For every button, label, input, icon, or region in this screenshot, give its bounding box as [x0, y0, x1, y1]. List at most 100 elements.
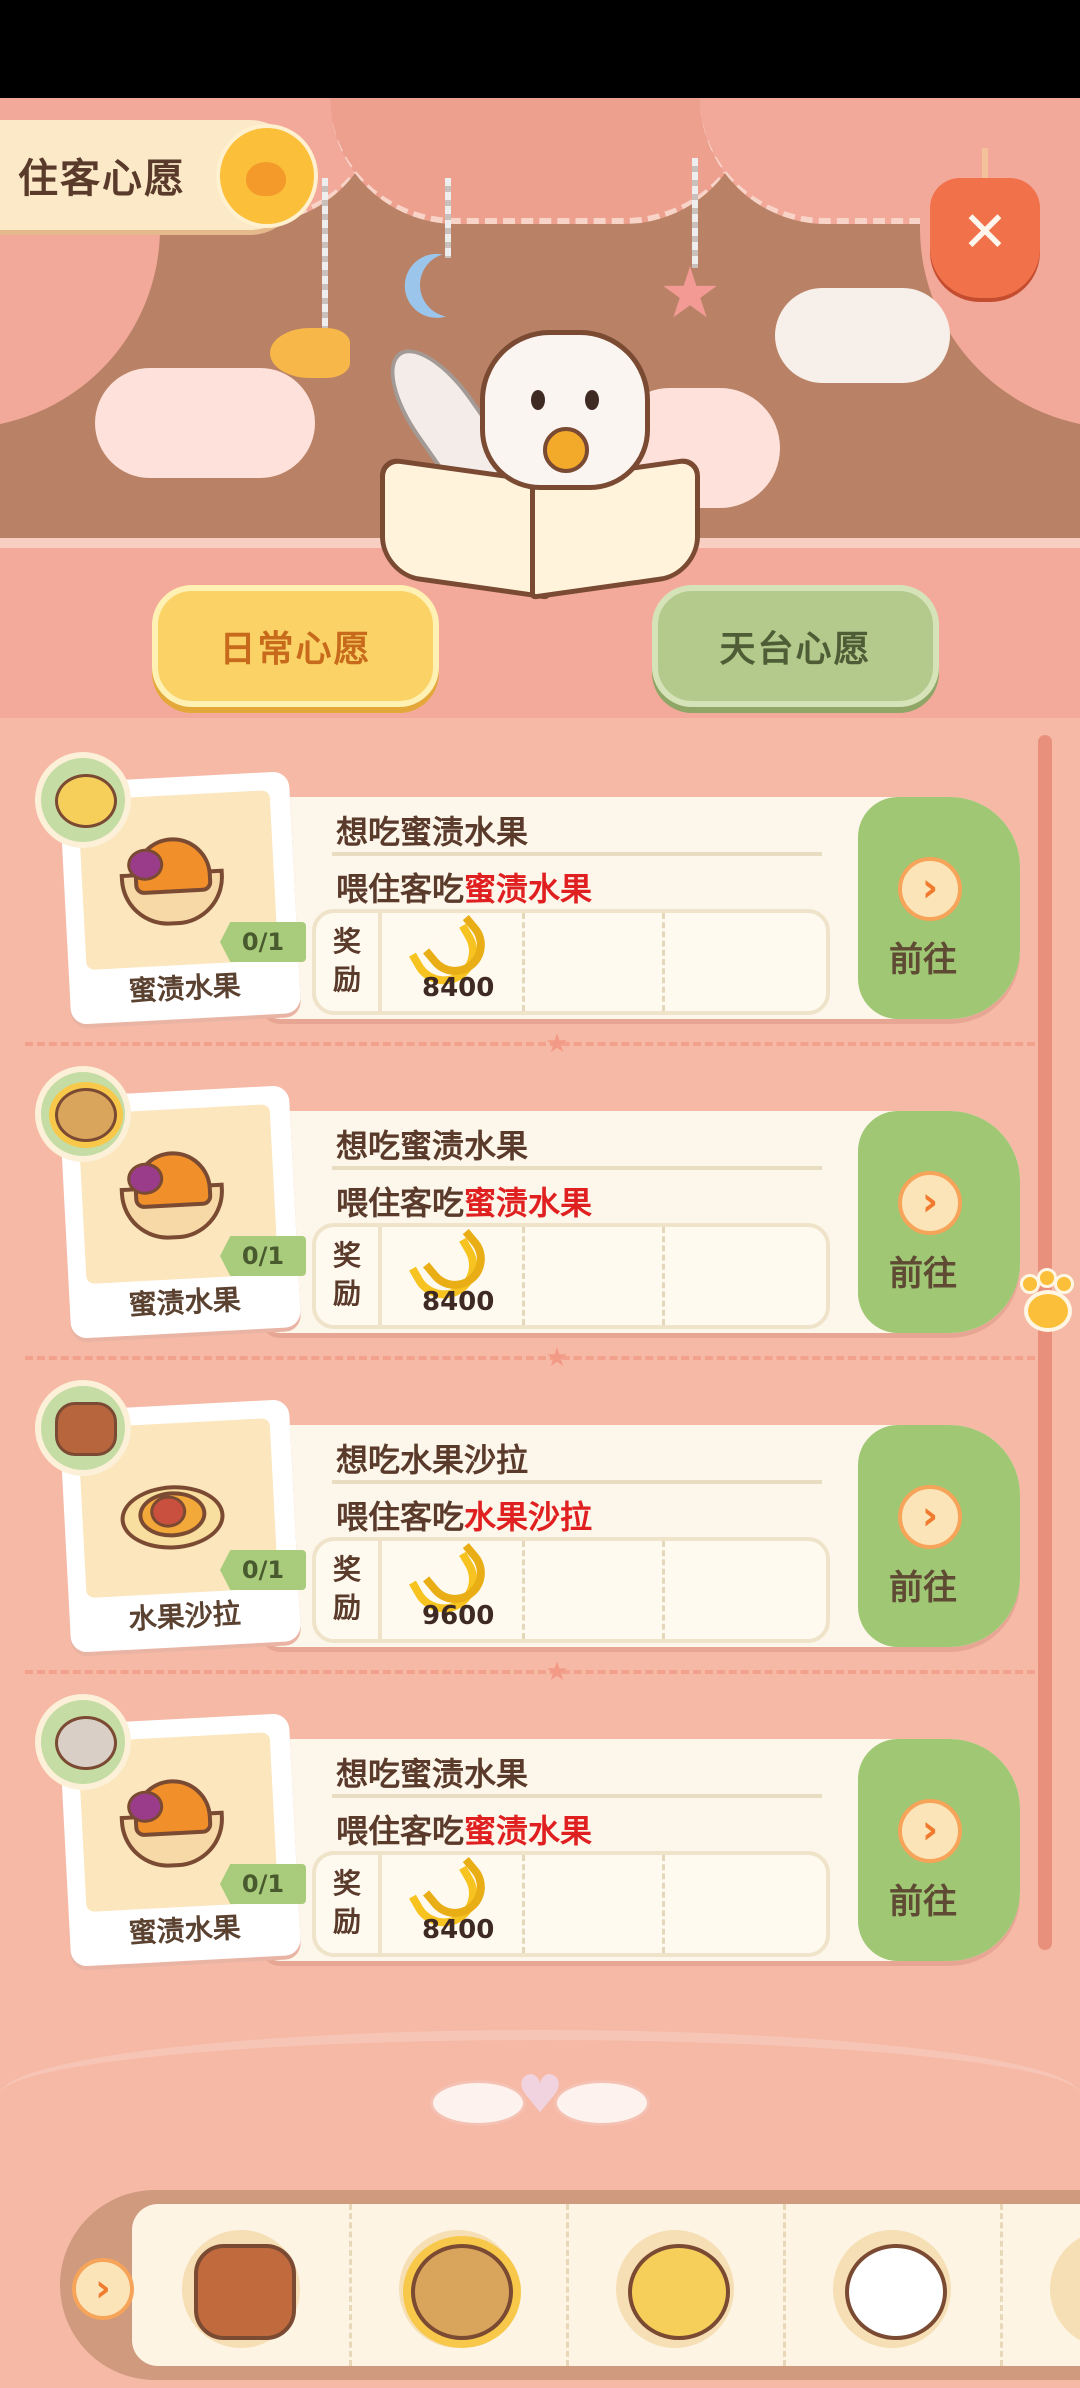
candied-fruit-icon: [118, 835, 227, 929]
guest-tray: [60, 2190, 1080, 2380]
reward-label: 奖励: [316, 1541, 382, 1639]
close-x-icon: ✕: [961, 200, 1009, 265]
reward-box: 奖励 8400: [312, 909, 830, 1015]
desc-highlight: 蜜渍水果: [464, 1812, 593, 1850]
sunflower-guest-icon: [411, 2244, 513, 2340]
reward-label-line: 励: [332, 1277, 361, 1310]
guest-avatar: [35, 752, 131, 848]
tray-expand-chevron-icon[interactable]: ›: [72, 2258, 134, 2320]
guest-slot-burger[interactable]: [132, 2204, 352, 2366]
guest-slot-sunflower[interactable]: [349, 2204, 569, 2366]
mouse-guest-icon: [55, 1716, 117, 1770]
star-divider-icon: ★: [545, 1343, 569, 1373]
tab-rooftop-wish[interactable]: 天台心愿: [652, 585, 939, 707]
cloud: [95, 368, 315, 478]
desc-highlight: 蜜渍水果: [464, 870, 593, 908]
reward-label: 奖励: [316, 913, 382, 1011]
wish-title: 想吃水果沙拉: [336, 1441, 529, 1479]
guest-slot-dog[interactable]: [566, 2204, 786, 2366]
wish-card: › 前往 水果沙拉 0/1 想吃水果沙拉 喂住客吃水果沙拉 奖励 9600: [20, 1380, 1020, 1653]
go-button[interactable]: › 前往: [858, 1425, 1020, 1647]
go-button[interactable]: › 前往: [858, 1739, 1020, 1961]
bell-icon: [543, 427, 589, 473]
close-button[interactable]: ✕: [930, 148, 1040, 298]
tab-label: 天台心愿: [719, 629, 872, 670]
wish-description: 喂住客吃蜜渍水果: [336, 1178, 592, 1224]
reward-amount: 8400: [422, 973, 495, 1003]
guest-tray-strip: [132, 2204, 1080, 2366]
guest-plate: [1050, 2230, 1080, 2348]
progress-badge: 0/1: [220, 1236, 306, 1276]
guest-slot-partial[interactable]: [1000, 2204, 1080, 2366]
sunflower-guest-icon: [55, 1088, 117, 1142]
go-label: 前往: [889, 1254, 957, 1294]
candied-fruit-icon: [118, 1149, 227, 1243]
wish-description: 喂住客吃蜜渍水果: [336, 864, 592, 910]
mouse-guest-icon: [845, 2244, 947, 2340]
reward-label-line: 励: [332, 1591, 361, 1624]
reward-label-line: 励: [332, 1905, 361, 1938]
cat-mascot: [480, 330, 650, 490]
progress-badge: 0/1: [220, 922, 306, 962]
guest-slot-mouse[interactable]: [783, 2204, 1003, 2366]
cat-eye: [585, 390, 599, 410]
chevron-right-icon: ›: [898, 857, 962, 921]
wing: [554, 2080, 650, 2126]
wish-title: 想吃蜜渍水果: [336, 1755, 529, 1793]
list-divider: [25, 1042, 1035, 1046]
reward-label-line: 奖: [332, 1239, 361, 1272]
candied-fruit-icon: [118, 1777, 227, 1871]
reward-label-line: 奖: [332, 925, 361, 958]
wish-title: 想吃蜜渍水果: [336, 813, 529, 851]
reward-slot: 8400: [382, 1855, 525, 1953]
reward-box: 奖励 9600: [312, 1537, 830, 1643]
cat-eye: [531, 390, 545, 410]
reward-slot-empty: [662, 1227, 802, 1325]
reward-amount: 9600: [422, 1601, 495, 1631]
chevron-right-icon: ›: [898, 1485, 962, 1549]
list-divider: [25, 1356, 1035, 1360]
hanging-string: [322, 178, 328, 328]
chevron-right-icon: ›: [898, 1799, 962, 1863]
divider: [332, 1166, 822, 1170]
reward-box: 奖励 8400: [312, 1851, 830, 1957]
desc-highlight: 水果沙拉: [464, 1498, 593, 1536]
tab-daily-wish[interactable]: 日常心愿: [152, 585, 439, 707]
star-ornament-icon: ★: [658, 252, 722, 334]
reward-slot-empty: [662, 1855, 802, 1953]
reward-amount: 8400: [422, 1287, 495, 1317]
reward-amount: 8400: [422, 1915, 495, 1945]
tab-label: 日常心愿: [219, 629, 372, 670]
reward-slot-empty: [522, 913, 665, 1011]
star-divider-icon: ★: [545, 1657, 569, 1687]
hanging-string: [445, 178, 451, 258]
reward-slot: 8400: [382, 1227, 525, 1325]
wish-title: 想吃蜜渍水果: [336, 1127, 529, 1165]
go-button[interactable]: › 前往: [858, 1111, 1020, 1333]
divider: [332, 1480, 822, 1484]
paw-icon: [216, 124, 318, 228]
status-bar: [0, 0, 1080, 98]
fruit-salad-icon: [118, 1463, 227, 1553]
reward-slot-empty: [522, 1227, 665, 1325]
wish-card: › 前往 蜜渍水果 0/1 想吃蜜渍水果 喂住客吃蜜渍水果 奖励 8400: [20, 752, 1020, 1025]
reward-label-line: 奖: [332, 1867, 361, 1900]
guest-avatar: [35, 1380, 131, 1476]
reward-label: 奖励: [316, 1227, 382, 1325]
wish-card: › 前往 蜜渍水果 0/1 想吃蜜渍水果 喂住客吃蜜渍水果 奖励 8400: [20, 1066, 1020, 1339]
reward-slot-empty: [662, 913, 802, 1011]
burger-guest-icon: [194, 2244, 296, 2340]
moon-ornament-icon: [411, 244, 493, 326]
go-label: 前往: [889, 1882, 957, 1922]
reward-slot: 9600: [382, 1541, 525, 1639]
desc-prefix: 喂住客吃: [336, 1812, 465, 1850]
wish-list: › 前往 蜜渍水果 0/1 想吃蜜渍水果 喂住客吃蜜渍水果 奖励 8400 ★ …: [0, 740, 1080, 1970]
progress-badge: 0/1: [220, 1550, 306, 1590]
reward-label: 奖励: [316, 1855, 382, 1953]
desc-prefix: 喂住客吃: [336, 870, 465, 908]
guest-avatar: [35, 1066, 131, 1162]
go-button[interactable]: › 前往: [858, 797, 1020, 1019]
go-label: 前往: [889, 1568, 957, 1608]
reward-slot: 8400: [382, 913, 525, 1011]
reward-label-line: 奖: [332, 1553, 361, 1586]
